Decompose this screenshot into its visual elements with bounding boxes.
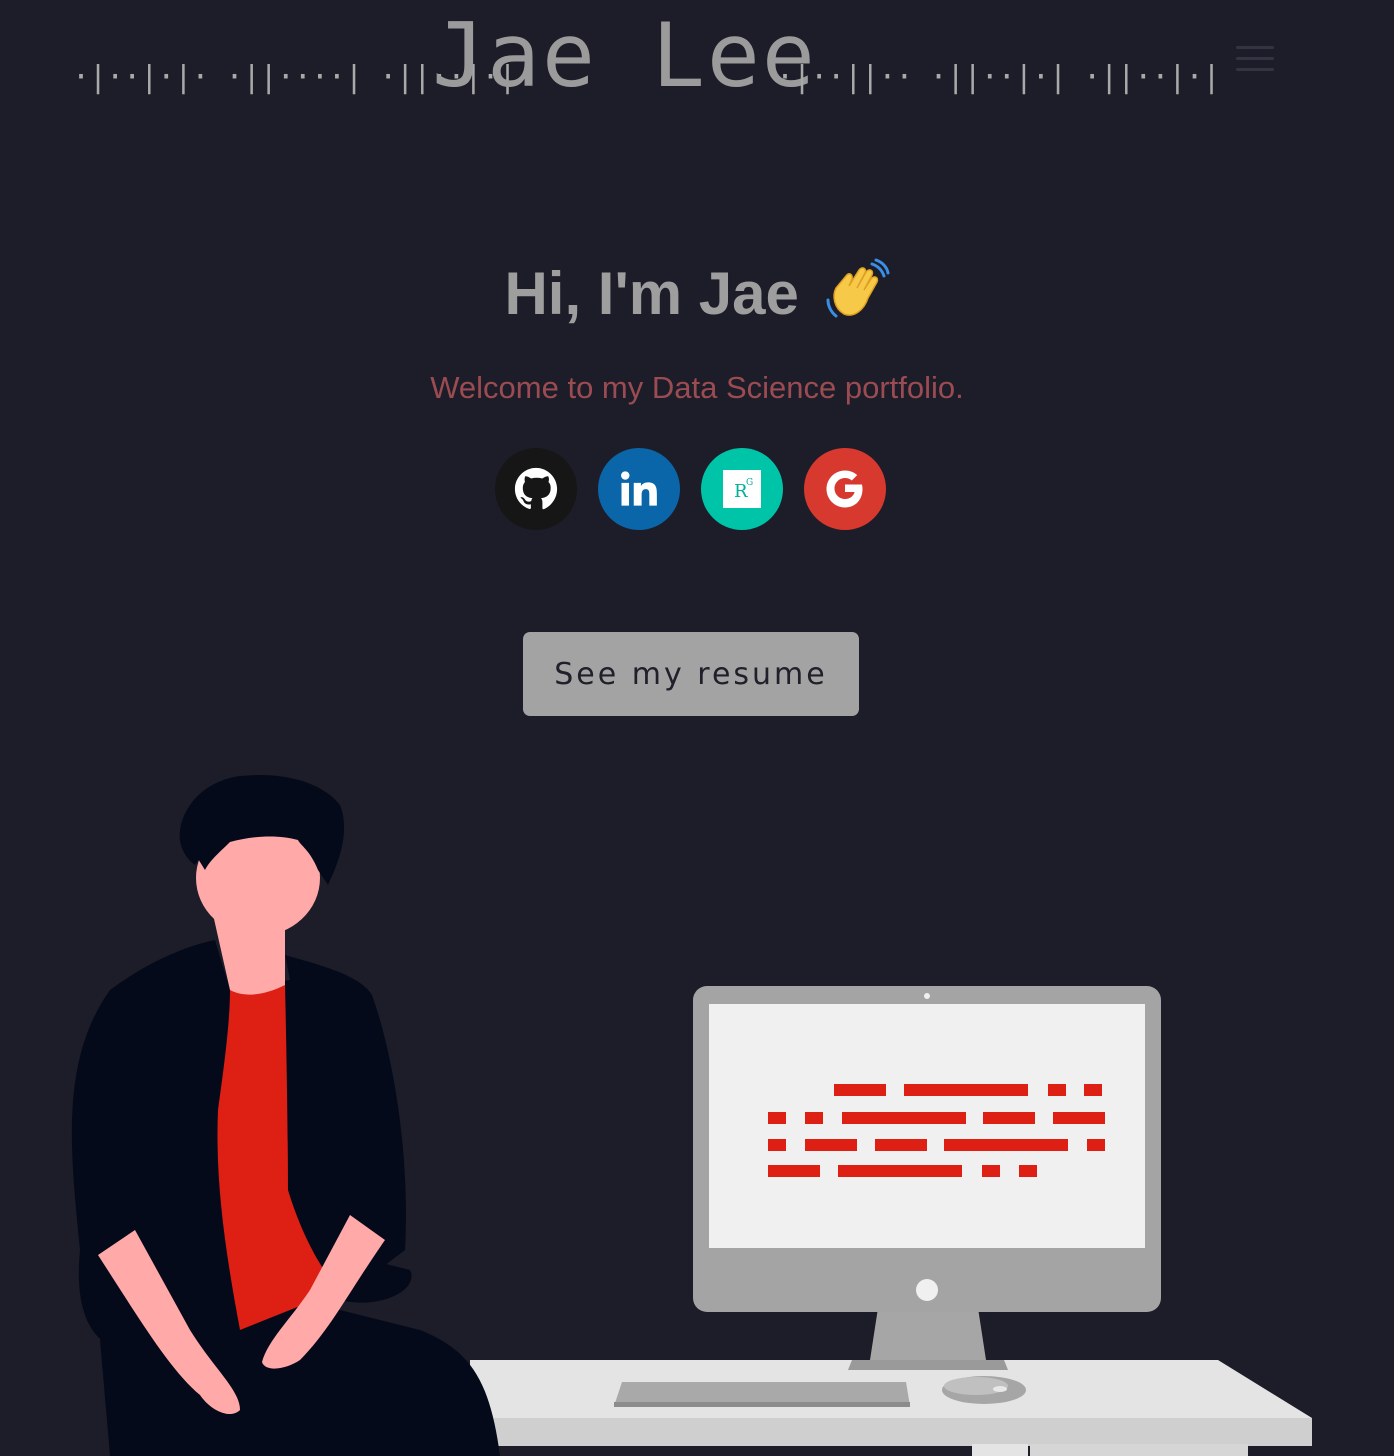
mouse [942, 1376, 1026, 1404]
researchgate-link[interactable]: R G [701, 448, 783, 530]
social-links: R G [495, 448, 886, 530]
person-at-desk-illustration [71, 775, 1312, 1456]
greeting-text: Hi, I'm Jae [504, 259, 799, 327]
github-link[interactable] [495, 448, 577, 530]
hero-greeting: Hi, I'm Jae [0, 258, 1394, 338]
github-icon [514, 467, 558, 510]
hamburger-icon[interactable] [1236, 46, 1274, 72]
google-link[interactable] [804, 448, 886, 530]
portfolio-page: ·|··|·|· ·||····| ·||··|·| Jae Lee ·|··|… [0, 0, 1394, 1456]
hero-subtitle: Welcome to my Data Science portfolio. [430, 370, 964, 405]
researchgate-icon: R G [723, 470, 761, 508]
person [71, 775, 500, 1456]
site-header: ·|··|·|· ·||····| ·||··|·| Jae Lee ·|··|… [0, 0, 1394, 130]
monitor [693, 986, 1161, 1370]
google-icon [826, 470, 863, 508]
morse-decoration-right: ·|··||·· ·||··|·| ·||··|·| [776, 60, 1221, 95]
linkedin-icon [621, 471, 657, 506]
see-resume-button[interactable]: See my resume [523, 632, 859, 716]
linkedin-link[interactable] [598, 448, 680, 530]
keyboard [614, 1382, 910, 1407]
svg-text:G: G [746, 478, 753, 488]
waving-hand-icon [824, 258, 890, 338]
site-logo-name[interactable]: Jae Lee [432, 12, 817, 100]
